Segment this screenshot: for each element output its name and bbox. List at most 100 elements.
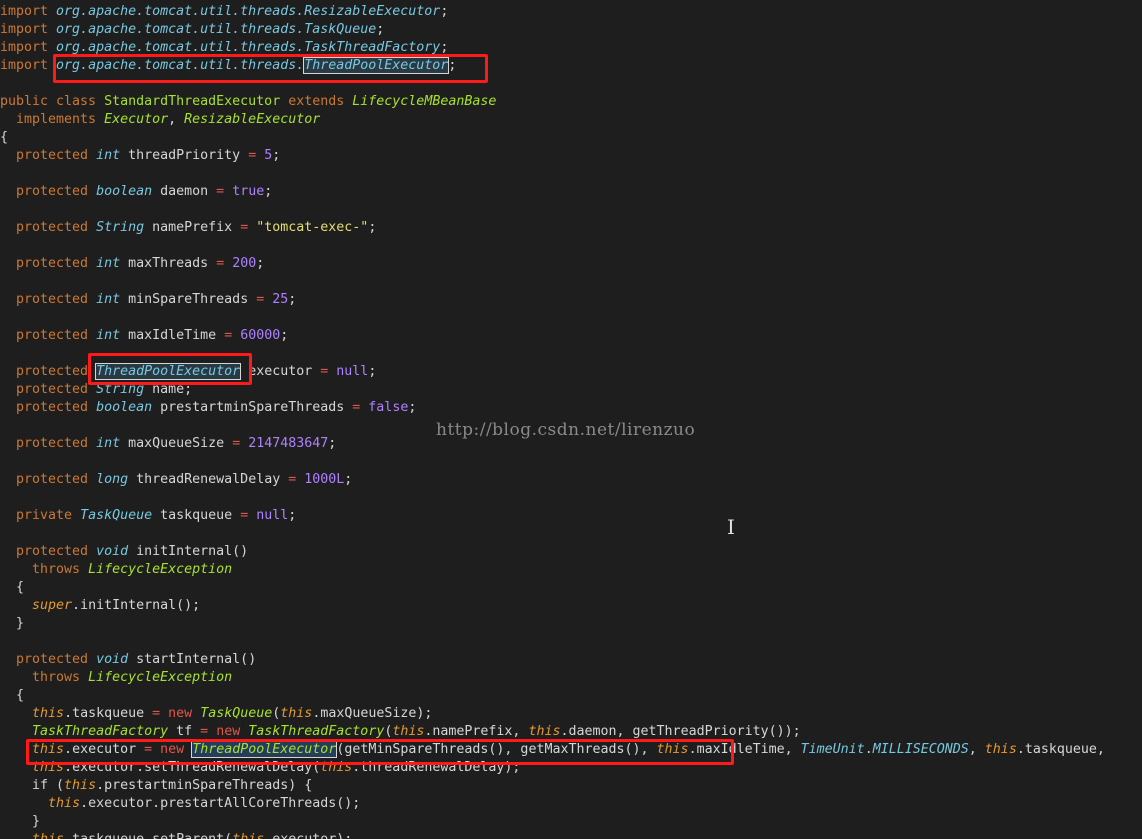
code-token: ; xyxy=(256,256,265,271)
code-token: this xyxy=(48,796,81,811)
code-token: throws xyxy=(0,562,89,577)
code-token: executor xyxy=(240,364,321,379)
code-token: LifecycleMBeanBase xyxy=(352,94,497,109)
code-line: this.taskqueue.setParent(this.executor); xyxy=(0,831,352,839)
code-token: .executor xyxy=(64,742,145,757)
code-token: = xyxy=(240,508,249,523)
code-line: public class StandardThreadExecutor exte… xyxy=(0,93,496,111)
code-token: .threadRenewalDelay); xyxy=(352,760,521,775)
code-token: this xyxy=(32,742,65,757)
code-line: protected void initInternal() xyxy=(0,543,248,561)
code-token: ; xyxy=(288,292,297,307)
code-token: .initInternal(); xyxy=(72,598,201,613)
code-line: private TaskQueue taskqueue = null; xyxy=(0,507,296,525)
code-token: .taskqueue, xyxy=(1016,742,1105,757)
code-token: daemon xyxy=(152,184,217,199)
code-token: initInternal() xyxy=(128,544,249,559)
code-token: true xyxy=(232,184,265,199)
code-token: .taskqueue.setParent( xyxy=(64,832,232,839)
code-token: 2147483647 xyxy=(248,436,329,451)
code-line: protected String name; xyxy=(0,381,192,399)
code-token: protected xyxy=(0,148,97,163)
code-token: protected xyxy=(0,328,97,343)
code-line: protected ThreadPoolExecutor executor = … xyxy=(0,363,376,381)
code-token: protected xyxy=(0,472,97,487)
code-line: import org.apache.tomcat.util.threads.Re… xyxy=(0,3,448,21)
code-line: import org.apache.tomcat.util.threads.Ta… xyxy=(0,21,384,39)
code-line: super.initInternal(); xyxy=(0,597,200,615)
code-token: int xyxy=(96,436,121,451)
code-token: 200 xyxy=(232,256,257,271)
code-token: ; xyxy=(376,22,385,37)
code-token: TaskQueue xyxy=(200,706,273,721)
code-token: import xyxy=(0,4,57,19)
code-token: .taskqueue xyxy=(64,706,153,721)
code-token: Executor xyxy=(104,112,169,127)
code-token: .executor.setThreadRenewalDelay( xyxy=(64,760,321,775)
code-token: org.apache.tomcat.util.threads.TaskQueue xyxy=(56,22,377,37)
code-line: import org.apache.tomcat.util.threads.Ta… xyxy=(0,39,448,57)
code-token: .prestartminSpareThreads) { xyxy=(96,778,313,793)
code-line: throws LifecycleException xyxy=(0,561,232,579)
code-token: .daemon, getThreadPriority()); xyxy=(560,724,801,739)
code-token: protected xyxy=(0,256,97,271)
code-token: private xyxy=(0,508,81,523)
watermark-text: http://blog.csdn.net/lirenzuo xyxy=(436,420,696,440)
code-token: import xyxy=(0,22,57,37)
code-line: protected String namePrefix = "tomcat-ex… xyxy=(0,219,376,237)
code-token: 1000L xyxy=(304,472,345,487)
code-token: protected xyxy=(0,364,97,379)
code-token: new xyxy=(216,724,241,739)
code-line: protected void startInternal() xyxy=(0,651,256,669)
code-token: = xyxy=(216,256,225,271)
code-token: int xyxy=(96,256,121,271)
code-token: 25 xyxy=(272,292,289,307)
code-token: this xyxy=(64,778,97,793)
code-token: this xyxy=(320,760,353,775)
code-token: ; xyxy=(448,58,457,73)
code-token: ; xyxy=(368,364,377,379)
code-token: ; xyxy=(280,328,289,343)
code-token: TaskThreadFactory xyxy=(248,724,385,739)
code-token: TimeUnit xyxy=(800,742,865,757)
code-token: name; xyxy=(144,382,193,397)
code-line: implements Executor, ResizableExecutor xyxy=(0,111,320,129)
text-cursor-icon: I xyxy=(727,515,735,539)
code-token: ; xyxy=(288,508,297,523)
code-token: ; xyxy=(368,220,377,235)
code-token: protected xyxy=(0,220,97,235)
code-token: . xyxy=(864,742,873,757)
code-token: minSpareThreads xyxy=(120,292,257,307)
code-token: extends xyxy=(280,94,353,109)
code-token: if ( xyxy=(0,778,65,793)
code-token: StandardThreadExecutor xyxy=(104,94,281,109)
code-token: ; xyxy=(440,4,449,19)
code-token: ; xyxy=(328,436,337,451)
code-token: TaskQueue xyxy=(80,508,153,523)
code-token: protected xyxy=(0,292,97,307)
code-token: super xyxy=(32,598,73,613)
code-token: int xyxy=(96,292,121,307)
code-token: .maxIdleTime, xyxy=(688,742,801,757)
code-token: TaskThreadFactory xyxy=(32,724,169,739)
code-token: .executor.prestartAllCoreThreads(); xyxy=(80,796,361,811)
code-token: LifecycleException xyxy=(88,670,233,685)
code-token: ResizableExecutor xyxy=(184,112,321,127)
code-token: long xyxy=(96,472,129,487)
code-token: .namePrefix, xyxy=(424,724,529,739)
code-token: this xyxy=(32,760,65,775)
code-line: protected int maxIdleTime = 60000; xyxy=(0,327,288,345)
code-token: false xyxy=(368,400,409,415)
code-token: null xyxy=(336,364,369,379)
code-token: = xyxy=(216,184,225,199)
code-token: maxQueueSize xyxy=(120,436,233,451)
code-token: implements xyxy=(0,112,105,127)
code-token: protected xyxy=(0,400,97,415)
code-token: new xyxy=(160,742,185,757)
